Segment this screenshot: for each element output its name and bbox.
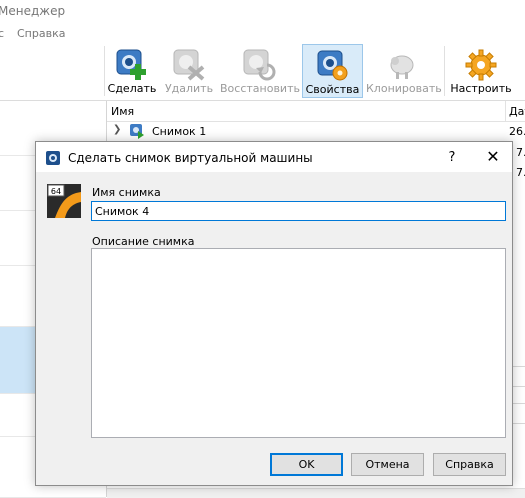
snapshot-row[interactable]: ❯ Снимок 1 26. [107, 121, 525, 141]
snapshot-date: 7. [516, 166, 525, 179]
close-icon[interactable]: ✕ [480, 146, 506, 168]
take-snapshot-button[interactable]: Сделать [106, 44, 158, 98]
snapshot-properties-icon [317, 50, 348, 81]
snapshot-properties-button[interactable]: Свойства [302, 44, 363, 98]
virtualbox-icon [46, 151, 60, 165]
chevron-down-icon[interactable]: ❯ [113, 124, 121, 135]
settings-gear-icon [465, 49, 497, 81]
menu-item-file[interactable]: с [0, 27, 4, 40]
delete-snapshot-button[interactable]: Удалить [162, 44, 216, 98]
snapshot-name-label: Имя снимка [92, 186, 161, 199]
toolbar-separator [444, 46, 445, 96]
os-badge-text: 64 [51, 187, 61, 196]
settings-button[interactable]: Настроить [450, 44, 512, 98]
toolbar-separator [104, 46, 105, 96]
column-header-name[interactable]: Имя [111, 105, 134, 118]
snapshot-date: 26. [509, 125, 525, 138]
snapshot-description-input[interactable] [91, 248, 506, 438]
help-icon[interactable]: ? [442, 148, 462, 168]
take-snapshot-label: Сделать [107, 82, 157, 95]
snapshot-date: 7. [516, 146, 525, 159]
help-button[interactable]: Справка [433, 453, 506, 476]
snapshot-name-input[interactable] [91, 201, 506, 221]
delete-snapshot-label: Удалить [164, 82, 214, 95]
ok-button[interactable]: OK [270, 453, 343, 476]
take-snapshot-dialog: Сделать снимок виртуальной машины ? ✕ 64… [35, 141, 513, 486]
os-type-icon: 64 [47, 184, 81, 218]
snapshot-icon [130, 124, 144, 139]
clone-snapshot-button[interactable]: Клонировать [366, 44, 442, 98]
snapshot-tree-header: Имя Дат [107, 101, 525, 122]
column-header-date[interactable]: Дат [509, 105, 525, 118]
main-window-titlebar: Менеджер [0, 0, 525, 22]
snapshot-properties-label: Свойства [305, 83, 360, 96]
cancel-button[interactable]: Отмена [351, 453, 424, 476]
main-window-title: Менеджер [0, 4, 66, 18]
menu-item-help[interactable]: Справка [17, 27, 65, 40]
take-snapshot-icon [116, 49, 146, 80]
restore-snapshot-label: Восстановить [220, 82, 300, 95]
snapshot-name: Снимок 1 [152, 125, 207, 138]
settings-label: Настроить [450, 82, 512, 95]
ubuntu-64-icon: 64 [47, 184, 81, 218]
snapshot-description-label: Описание снимка [92, 235, 195, 248]
restore-snapshot-icon [243, 49, 276, 81]
menubar: с Справка [0, 22, 525, 44]
snapshot-toolbar: Сделать Удалить Восстановить Свойства Кл… [0, 44, 525, 101]
dialog-titlebar: Сделать снимок виртуальной машины ? ✕ [36, 142, 512, 172]
column-divider [505, 101, 506, 121]
clone-sheep-icon [390, 55, 414, 79]
delete-snapshot-icon [173, 49, 205, 81]
restore-snapshot-button[interactable]: Восстановить [220, 44, 300, 98]
clone-snapshot-label: Клонировать [366, 82, 442, 95]
dialog-title: Сделать снимок виртуальной машины [68, 151, 313, 165]
